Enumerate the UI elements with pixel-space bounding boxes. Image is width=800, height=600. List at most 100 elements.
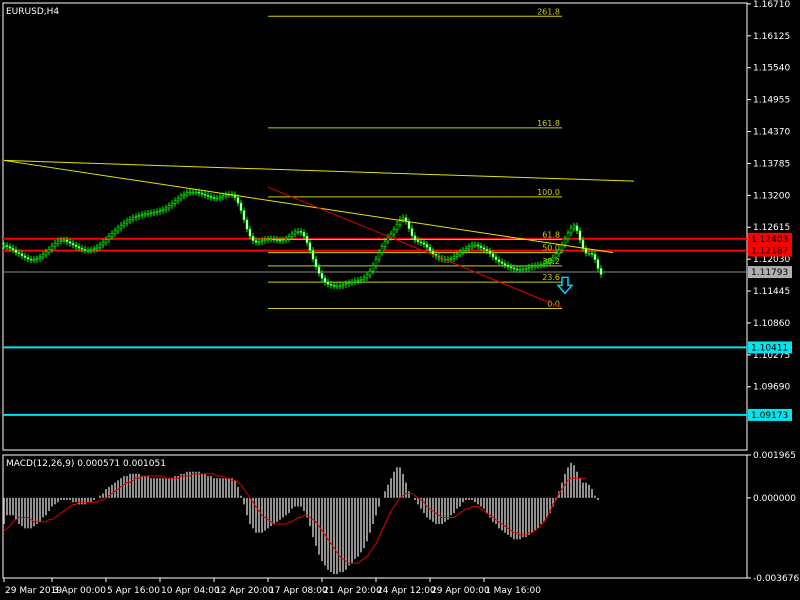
candle-body [491, 253, 495, 258]
candle-body [425, 244, 429, 248]
candle-body [401, 217, 405, 220]
fibonacci-level-label: 23.6 [542, 273, 560, 282]
candle-body [140, 214, 144, 216]
candle-body [557, 249, 561, 254]
candle-body [302, 232, 306, 237]
candle-body [197, 191, 201, 194]
candle-body [428, 246, 432, 252]
candle-body [344, 283, 348, 286]
candle-body [158, 210, 162, 212]
candle-body [371, 265, 375, 272]
candle-body [173, 200, 177, 204]
candle-body [329, 283, 333, 286]
candle-body [395, 223, 399, 230]
candle-body [29, 258, 33, 261]
candle-body [353, 280, 357, 283]
candle-body [305, 235, 309, 244]
candle-body [596, 259, 600, 269]
candle-body [128, 219, 132, 222]
candle-body [545, 262, 549, 264]
price-axis-label: 1.14370 [753, 128, 790, 138]
price-label-text: 1.11793 [751, 268, 788, 278]
candle-body [350, 281, 354, 284]
candle-body [488, 250, 492, 254]
candle-body [560, 244, 564, 251]
candle-body [506, 264, 510, 268]
candle-body [332, 285, 336, 287]
candle-body [572, 225, 576, 229]
time-axis-label: 1 May 16:00 [485, 586, 541, 596]
candle-body [467, 246, 471, 250]
price-axis-label: 1.13785 [753, 159, 790, 169]
fibonacci-level-label: 100.0 [537, 188, 560, 197]
candle-body [257, 241, 261, 243]
candle-body [182, 193, 186, 197]
candle-body [473, 244, 477, 247]
candle-body [209, 196, 213, 198]
candle-body [221, 195, 225, 198]
candle-body [206, 195, 210, 197]
time-axis-label: 29 Apr 00:00 [431, 586, 490, 596]
candle-body [119, 225, 123, 229]
candle-body [566, 232, 570, 240]
candle-body [152, 211, 156, 214]
fibonacci-level-label: 261.8 [537, 7, 560, 16]
candle-body [464, 248, 468, 251]
candle-body [41, 254, 45, 258]
candle-body [101, 241, 105, 246]
trend-line[interactable] [3, 159, 635, 182]
candle-body [317, 266, 321, 274]
candle-body [449, 258, 453, 260]
candle-body [107, 235, 111, 240]
candle-body [131, 217, 135, 220]
candle-body [263, 239, 267, 241]
candle-body [5, 245, 9, 247]
candle-body [77, 246, 81, 249]
candle-body [362, 277, 366, 280]
candle-body [248, 228, 252, 237]
candle-body [47, 249, 51, 253]
chart-canvas[interactable]: 1.16710 1.16125 1.15540 1.14955 1.14370 1.137… [0, 0, 800, 600]
candle-body [524, 268, 528, 270]
price-axis-label: 1.12030 [753, 255, 790, 265]
candle-body [419, 241, 423, 244]
candle-body [113, 230, 117, 234]
price-axis-label: 1.16125 [753, 32, 790, 42]
candle-body [521, 268, 525, 271]
candle-body [125, 220, 129, 224]
candle-body [455, 253, 459, 257]
candle-body [533, 265, 537, 267]
candle-body [548, 260, 552, 263]
price-axis-label: 1.15540 [753, 64, 790, 74]
candle-body [254, 240, 258, 243]
candle-body [410, 228, 414, 236]
candle-body [23, 255, 27, 258]
candle-body [326, 281, 330, 285]
candle-body [461, 250, 465, 253]
candle-body [320, 273, 324, 279]
candle-body [185, 192, 189, 195]
price-axis-label: 1.11445 [753, 287, 790, 297]
candle-body [470, 244, 474, 247]
candle-body [584, 248, 588, 254]
macd-axis-label: 0.001965 [753, 451, 796, 461]
candle-body [53, 243, 57, 247]
macd-panel-frame [2, 454, 748, 579]
candle-body [356, 280, 360, 282]
trend-line[interactable] [267, 186, 563, 309]
candle-body [11, 247, 15, 251]
candle-body [251, 235, 255, 241]
candle-body [311, 250, 315, 260]
candle-body [413, 235, 417, 241]
candle-body [335, 285, 339, 288]
candle-body [155, 211, 159, 213]
candle-body [215, 197, 219, 200]
candle-body [281, 239, 285, 242]
candle-body [299, 231, 303, 233]
candle-body [170, 203, 174, 206]
candle-body [14, 249, 18, 253]
candle-body [476, 244, 480, 247]
candle-body [542, 263, 546, 265]
candle-body [569, 227, 573, 234]
candle-body [98, 244, 102, 248]
